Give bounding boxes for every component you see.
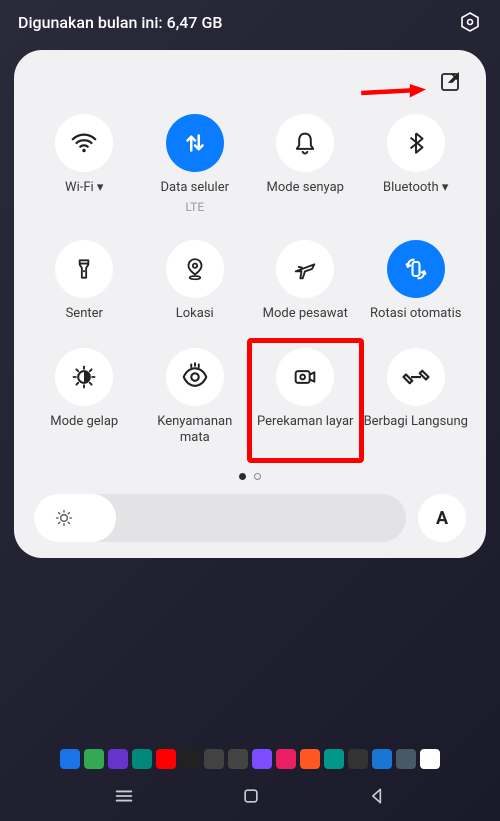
eye-icon — [180, 362, 210, 392]
tile-eye-comfort[interactable]: Kenyamanan mata — [143, 348, 248, 445]
tile-label: Lokasi — [176, 306, 214, 322]
tile-location-circle — [166, 240, 224, 298]
dock-app[interactable] — [324, 749, 344, 769]
dock-app[interactable] — [180, 749, 200, 769]
page-indicator — [26, 455, 474, 494]
tile-label: Mode pesawat — [263, 306, 348, 322]
tile-label: Wi-Fi ▾ — [65, 180, 103, 196]
screen-record-icon — [291, 363, 319, 391]
home-icon — [241, 786, 261, 806]
tile-silent[interactable]: Mode senyap — [253, 114, 358, 214]
quick-settings-panel: Wi-Fi ▾ Data seluler LTE Mode senyap — [14, 50, 486, 558]
tile-label: Berbagi Langsung — [364, 414, 468, 430]
tile-silent-circle — [276, 114, 334, 172]
panel-top-bar — [26, 64, 474, 108]
flashlight-icon — [71, 256, 97, 282]
tile-bluetooth[interactable]: Bluetooth ▾ — [364, 114, 469, 214]
brightness-fill — [34, 494, 116, 542]
dock-app[interactable] — [252, 749, 272, 769]
tile-sublabel: LTE — [185, 200, 204, 214]
tile-share-circle — [387, 348, 445, 406]
dock-app[interactable] — [132, 749, 152, 769]
app-dock — [0, 749, 500, 769]
page-dot-active — [239, 473, 246, 480]
tile-airplane-circle — [276, 240, 334, 298]
back-icon — [367, 786, 387, 806]
location-icon — [182, 256, 208, 282]
auto-brightness-label: A — [436, 508, 448, 529]
tile-nearby-share[interactable]: Berbagi Langsung — [364, 348, 469, 445]
nav-bar — [0, 775, 500, 821]
tiles-grid: Wi-Fi ▾ Data seluler LTE Mode senyap — [26, 108, 474, 455]
status-header: Digunakan bulan ini: 6,47 GB — [0, 0, 500, 40]
auto-brightness-button[interactable]: A — [418, 494, 466, 542]
dock-app[interactable] — [396, 749, 416, 769]
tile-airplane[interactable]: Mode pesawat — [253, 240, 358, 322]
nav-recent-button[interactable] — [113, 785, 135, 811]
tile-label: Perekaman layar — [257, 414, 353, 430]
brightness-row: A — [26, 494, 474, 542]
tile-rotate[interactable]: Rotasi otomatis — [364, 240, 469, 322]
dock-app[interactable] — [420, 749, 440, 769]
gear-hex-icon — [458, 10, 482, 34]
tile-data[interactable]: Data seluler LTE — [143, 114, 248, 214]
edit-button[interactable] — [438, 70, 462, 98]
data-usage-text: Digunakan bulan ini: 6,47 GB — [18, 13, 222, 32]
tile-eye-circle — [166, 348, 224, 406]
dark-mode-icon — [70, 363, 98, 391]
tile-dark-circle — [55, 348, 113, 406]
tile-rotate-circle — [387, 240, 445, 298]
data-arrows-icon — [180, 128, 210, 158]
dock-app[interactable] — [300, 749, 320, 769]
page-dot — [254, 473, 261, 480]
airplane-icon — [291, 255, 319, 283]
tile-dark-mode[interactable]: Mode gelap — [32, 348, 137, 445]
bell-icon — [291, 129, 319, 157]
tile-label: Bluetooth ▾ — [383, 180, 448, 196]
tile-screen-record[interactable]: Perekaman layar — [253, 348, 358, 445]
brightness-slider[interactable] — [34, 494, 406, 542]
tile-label: Kenyamanan mata — [143, 414, 248, 445]
tile-location[interactable]: Lokasi — [143, 240, 248, 322]
tile-wifi-circle — [55, 114, 113, 172]
dock-app[interactable] — [84, 749, 104, 769]
tile-record-circle — [276, 348, 334, 406]
dock-app[interactable] — [276, 749, 296, 769]
edit-icon — [438, 70, 462, 94]
settings-button[interactable] — [458, 10, 482, 34]
bluetooth-icon — [403, 130, 429, 156]
tile-data-circle — [166, 114, 224, 172]
tile-bluetooth-circle — [387, 114, 445, 172]
dock-app[interactable] — [204, 749, 224, 769]
nearby-share-icon — [401, 362, 431, 392]
tile-label: Mode gelap — [50, 414, 118, 430]
dock-app[interactable] — [348, 749, 368, 769]
dock-app[interactable] — [108, 749, 128, 769]
nav-back-button[interactable] — [367, 786, 387, 810]
tile-wifi[interactable]: Wi-Fi ▾ — [32, 114, 137, 214]
dock-app[interactable] — [60, 749, 80, 769]
brightness-icon — [54, 508, 74, 528]
tile-label: Mode senyap — [267, 180, 344, 196]
dock-app[interactable] — [372, 749, 392, 769]
nav-home-button[interactable] — [241, 786, 261, 810]
tile-label: Senter — [66, 306, 103, 322]
tile-flashlight[interactable]: Senter — [32, 240, 137, 322]
rotate-icon — [402, 255, 430, 283]
recent-icon — [113, 785, 135, 807]
wifi-icon — [69, 128, 99, 158]
dock-app[interactable] — [228, 749, 248, 769]
tile-flashlight-circle — [55, 240, 113, 298]
tile-label: Data seluler — [160, 180, 229, 196]
dock-app[interactable] — [156, 749, 176, 769]
tile-label: Rotasi otomatis — [370, 306, 461, 322]
annotation-arrow — [354, 82, 426, 104]
